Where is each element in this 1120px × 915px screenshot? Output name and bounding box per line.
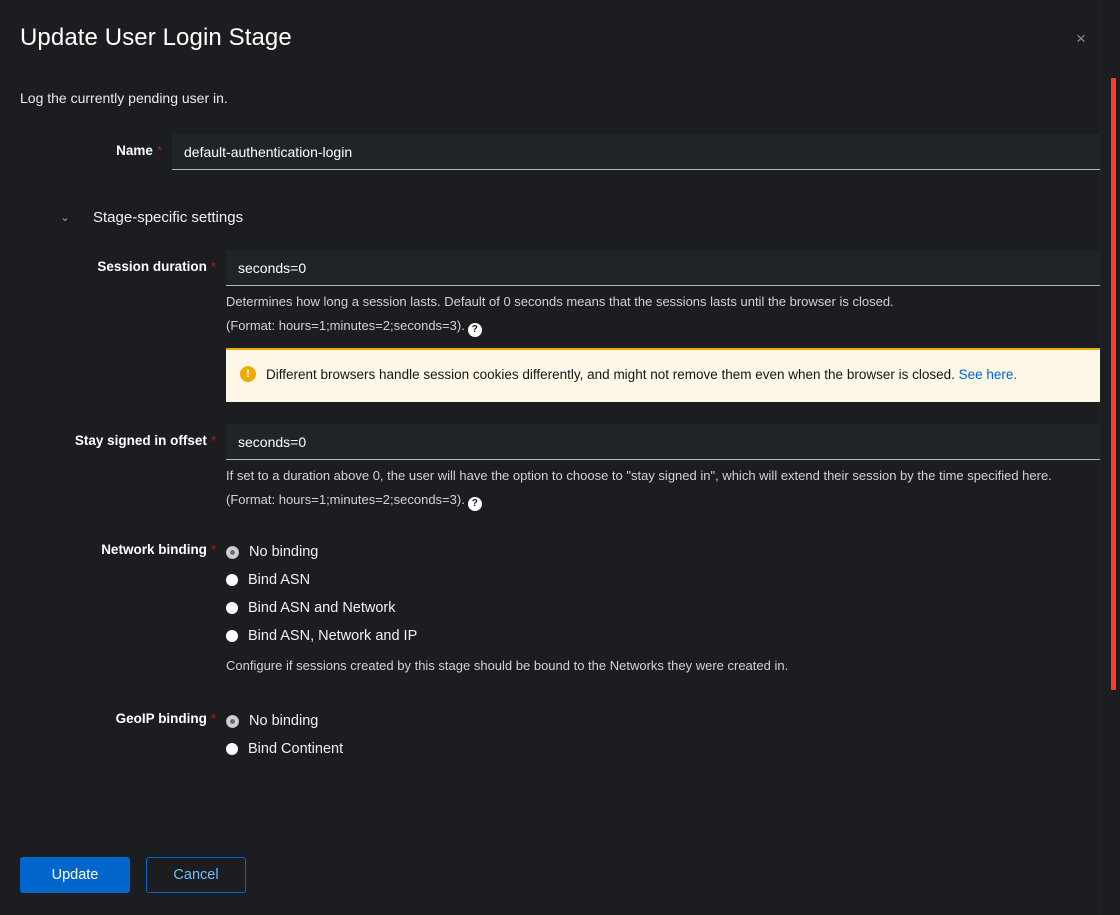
field-row-name: Name * (20, 134, 1100, 170)
required-asterisk: * (211, 711, 216, 726)
required-asterisk: * (211, 542, 216, 557)
session-duration-label: Session duration * (20, 250, 226, 278)
radio-label: No binding (249, 711, 318, 731)
chevron-down-icon: ⌄ (52, 208, 78, 228)
geoip-binding-radio-group: No binding Bind Continent (226, 705, 1100, 763)
stay-signed-in-offset-input[interactable] (226, 424, 1100, 460)
required-asterisk: * (211, 433, 216, 448)
session-duration-helper: Determines how long a session lasts. Def… (226, 290, 1100, 338)
required-asterisk: * (211, 259, 216, 274)
help-icon[interactable]: ? (468, 323, 482, 337)
stage-specific-settings-toggle[interactable]: ⌄ Stage-specific settings (20, 208, 1100, 228)
see-here-link[interactable]: See here. (959, 367, 1018, 382)
field-row-session-duration: Session duration * Determines how long a … (20, 250, 1100, 402)
stay-signed-in-offset-helper-line-2: (Format: hours=1;minutes=2;seconds=3).? (226, 488, 1100, 512)
network-binding-helper: Configure if sessions created by this st… (226, 655, 1100, 677)
name-control (172, 134, 1100, 170)
modal-body: Log the currently pending user in. Name *… (0, 88, 1120, 763)
session-duration-helper-line-1: Determines how long a session lasts. Def… (226, 290, 1100, 314)
radio-label: Bind ASN and Network (248, 598, 396, 618)
radio-icon (226, 574, 238, 586)
stay-signed-in-offset-control: If set to a duration above 0, the user w… (226, 424, 1100, 512)
modal-header: Update User Login Stage × (0, 0, 1120, 54)
session-duration-helper-line-2: (Format: hours=1;minutes=2;seconds=3).? (226, 314, 1100, 338)
page-title: Update User Login Stage (20, 22, 1096, 54)
alert-message-text: Different browsers handle session cookie… (266, 367, 955, 382)
name-input[interactable] (172, 134, 1100, 170)
stay-signed-in-offset-format-text: (Format: hours=1;minutes=2;seconds=3). (226, 492, 465, 507)
close-icon[interactable]: × (1068, 26, 1094, 52)
radio-network-binding-0[interactable]: No binding (226, 538, 1100, 566)
radio-icon (226, 630, 238, 642)
alert-message: Different browsers handle session cookie… (266, 364, 1017, 386)
update-user-login-stage-modal: Update User Login Stage × Log the curren… (0, 0, 1120, 915)
update-button[interactable]: Update (20, 857, 130, 893)
radio-icon (226, 602, 238, 614)
radio-network-binding-1[interactable]: Bind ASN (226, 566, 1100, 594)
scrollbar-thumb[interactable] (1111, 78, 1116, 690)
name-label: Name * (20, 134, 172, 162)
required-asterisk: * (157, 143, 162, 158)
modal-description: Log the currently pending user in. (20, 88, 1100, 108)
geoip-binding-label: GeoIP binding * (20, 705, 226, 730)
warning-icon: ! (240, 366, 256, 382)
stay-signed-in-offset-helper: If set to a duration above 0, the user w… (226, 464, 1100, 512)
stage-specific-settings-title: Stage-specific settings (93, 208, 243, 228)
field-row-stay-signed-in-offset: Stay signed in offset * If set to a durat… (20, 424, 1100, 512)
session-duration-format-text: (Format: hours=1;minutes=2;seconds=3). (226, 318, 465, 333)
field-row-network-binding: Network binding * No binding Bind ASN Bin… (20, 536, 1100, 677)
radio-network-binding-2[interactable]: Bind ASN and Network (226, 594, 1100, 622)
radio-icon (226, 715, 239, 728)
stay-signed-in-offset-helper-line-1: If set to a duration above 0, the user w… (226, 464, 1100, 488)
stay-signed-in-offset-label: Stay signed in offset * (20, 424, 226, 452)
radio-icon (226, 546, 239, 559)
session-duration-control: Determines how long a session lasts. Def… (226, 250, 1100, 402)
stay-signed-in-offset-label-text: Stay signed in offset (75, 433, 207, 448)
network-binding-label: Network binding * (20, 536, 226, 561)
radio-geoip-binding-1[interactable]: Bind Continent (226, 735, 1100, 763)
scrollbar-track[interactable] (1100, 0, 1120, 915)
name-label-text: Name (116, 143, 153, 158)
geoip-binding-label-text: GeoIP binding (116, 711, 207, 726)
session-duration-label-text: Session duration (97, 259, 207, 274)
radio-geoip-binding-0[interactable]: No binding (226, 707, 1100, 735)
radio-network-binding-3[interactable]: Bind ASN, Network and IP (226, 622, 1100, 650)
network-binding-label-text: Network binding (101, 542, 207, 557)
network-binding-radio-group: No binding Bind ASN Bind ASN and Network… (226, 536, 1100, 677)
radio-icon (226, 743, 238, 755)
session-cookie-warning-alert: ! Different browsers handle session cook… (226, 348, 1100, 402)
radio-label: Bind ASN, Network and IP (248, 626, 417, 646)
radio-label: Bind ASN (248, 570, 310, 590)
modal-footer: Update Cancel (0, 857, 1120, 915)
cancel-button[interactable]: Cancel (146, 857, 246, 893)
field-row-geoip-binding: GeoIP binding * No binding Bind Continent (20, 705, 1100, 763)
radio-label: No binding (249, 542, 318, 562)
help-icon[interactable]: ? (468, 497, 482, 511)
session-duration-input[interactable] (226, 250, 1100, 286)
radio-label: Bind Continent (248, 739, 343, 759)
